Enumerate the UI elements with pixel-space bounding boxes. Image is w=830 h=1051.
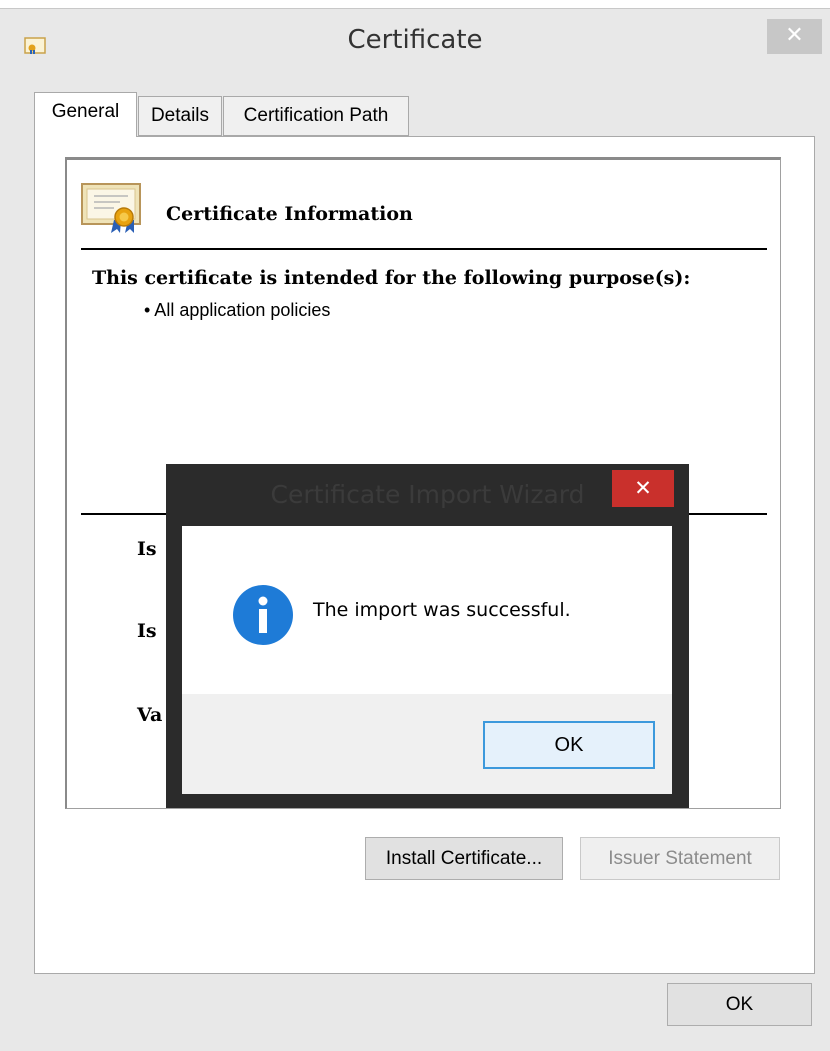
purpose-heading: This certificate is intended for the fol… bbox=[92, 267, 691, 289]
valid-from-label: Va bbox=[137, 704, 163, 726]
tab-details[interactable]: Details bbox=[138, 96, 222, 136]
certificate-info-heading: Certificate Information bbox=[166, 203, 413, 225]
issued-to-label: Is bbox=[137, 538, 157, 560]
dialog-body: The import was successful. OK bbox=[182, 526, 672, 794]
purpose-list-item: • All application policies bbox=[144, 300, 331, 320]
ok-button[interactable]: OK bbox=[667, 983, 812, 1026]
dialog-title: Certificate Import Wizard bbox=[270, 480, 585, 509]
issued-by-label: Is bbox=[137, 620, 157, 642]
screen: Certificate ✕ General Details Certificat… bbox=[0, 0, 830, 1051]
dialog-ok-button[interactable]: OK bbox=[483, 721, 655, 769]
tab-certification-path[interactable]: Certification Path bbox=[223, 96, 409, 136]
heading-divider bbox=[81, 248, 767, 250]
tab-general[interactable]: General bbox=[34, 92, 137, 137]
window-close-button[interactable]: ✕ bbox=[767, 19, 822, 54]
issuer-statement-button[interactable]: Issuer Statement bbox=[580, 837, 780, 880]
import-wizard-dialog: Certificate Import Wizard ✕ The import w… bbox=[166, 464, 689, 808]
info-icon bbox=[233, 585, 293, 645]
dialog-close-button[interactable]: ✕ bbox=[612, 470, 674, 507]
install-certificate-button[interactable]: Install Certificate... bbox=[365, 837, 563, 880]
window-title: Certificate bbox=[347, 25, 483, 55]
dialog-message: The import was successful. bbox=[313, 599, 571, 621]
certificate-icon bbox=[81, 183, 141, 233]
